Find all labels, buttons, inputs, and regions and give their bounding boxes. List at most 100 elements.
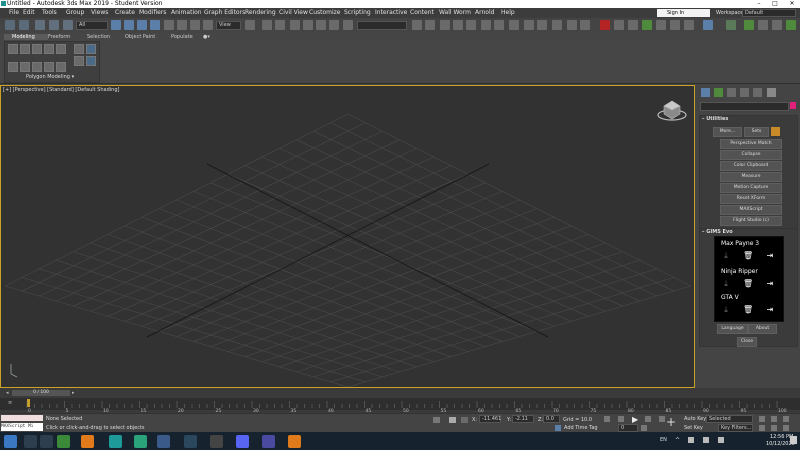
menu-customize[interactable]: Customize [309, 9, 341, 16]
utility-motion-capture[interactable]: Motion Capture [720, 183, 782, 193]
toolbar-add-icon[interactable] [703, 20, 713, 30]
ribbon-tool-icon[interactable] [44, 62, 54, 72]
task-view-icon[interactable] [40, 435, 53, 448]
toggle-layer-explorer-icon[interactable] [453, 20, 463, 30]
3ds-max-icon[interactable] [109, 435, 122, 448]
spinner-snap-icon[interactable] [329, 20, 339, 30]
redo-icon[interactable] [19, 20, 29, 30]
time-tag-icon[interactable] [555, 425, 561, 431]
play-icon[interactable]: ▶ [632, 415, 638, 424]
workspaces-dropdown[interactable]: Default [742, 9, 796, 17]
utility-measure[interactable]: Measure [720, 172, 782, 182]
isolate-selection-icon[interactable] [433, 417, 440, 423]
utility-collapse[interactable]: Collapse [720, 150, 782, 160]
named-selection-icon[interactable] [343, 20, 353, 30]
discord-icon[interactable] [236, 435, 249, 448]
field-of-view-icon[interactable] [759, 425, 765, 431]
toolbar-extra-icon[interactable] [786, 20, 796, 30]
undo-icon[interactable] [5, 20, 15, 30]
move-icon[interactable] [164, 20, 174, 30]
zoom-all-icon[interactable] [771, 416, 777, 422]
z-coordinate-field[interactable]: 0.0 [543, 415, 560, 423]
zoom-extents-icon[interactable] [783, 416, 789, 422]
time-slider-next-icon[interactable]: ▸ [72, 390, 76, 396]
keyboard-shortcut-icon[interactable] [275, 20, 285, 30]
window-crossing-icon[interactable] [150, 20, 160, 30]
ribbon-tool-icon[interactable] [32, 44, 42, 54]
perspective-viewport[interactable]: [+] [Perspective] [Standard] [Default Sh… [0, 85, 695, 388]
utility-flight-studio[interactable]: Flight Studio (c) [720, 216, 782, 226]
render-in-cloud-icon[interactable] [567, 20, 577, 30]
render-production-icon[interactable] [552, 20, 562, 30]
menu-views[interactable]: Views [91, 9, 108, 16]
ribbon-tool-icon[interactable] [56, 44, 66, 54]
select-by-name-icon[interactable] [124, 20, 134, 30]
ribbon-tool-icon[interactable] [20, 44, 30, 54]
ribbon-options-icon[interactable]: ●▾ [203, 34, 210, 40]
network-icon[interactable] [688, 437, 694, 443]
link-icon[interactable] [35, 20, 45, 30]
select-manipulate-icon[interactable] [262, 20, 272, 30]
menu-civil-view[interactable]: Civil View [279, 9, 308, 16]
wall-worm-tool-icon[interactable] [628, 20, 638, 30]
rendered-frame-window-icon[interactable] [537, 20, 547, 30]
show-hidden-icons-icon[interactable]: ^ [675, 437, 680, 444]
toggle-scene-explorer-icon[interactable] [440, 20, 450, 30]
export-icon[interactable]: ⇥ [765, 279, 775, 289]
schematic-view-icon[interactable] [494, 20, 504, 30]
wall-worm-tool-icon[interactable] [642, 20, 652, 30]
tab-object-paint[interactable]: Object Paint [125, 34, 155, 40]
app-icon[interactable] [262, 435, 275, 448]
toolbar-extra-icon[interactable] [744, 20, 754, 30]
sign-in-button[interactable]: Sign In [657, 9, 710, 17]
menu-create[interactable]: Create [115, 9, 135, 16]
menu-tools[interactable]: Tools [42, 9, 57, 16]
select-object-icon[interactable] [111, 20, 121, 30]
next-frame-icon[interactable] [645, 416, 651, 422]
import-icon[interactable]: ⤓ [721, 279, 731, 289]
time-slider[interactable]: 0 / 100 [12, 390, 70, 396]
motion-tab-icon[interactable] [740, 88, 749, 97]
menu-file[interactable]: File [9, 9, 19, 16]
wall-worm-tool-icon[interactable] [614, 20, 624, 30]
region-select-icon[interactable] [137, 20, 147, 30]
time-configuration-icon[interactable] [641, 425, 647, 431]
color-swatch[interactable] [790, 102, 796, 109]
mirror-icon[interactable] [412, 20, 422, 30]
go-to-end-icon[interactable] [659, 416, 665, 422]
selection-lock-icon[interactable] [449, 417, 456, 423]
hierarchy-tab-icon[interactable] [727, 88, 736, 97]
wall-worm-tool-icon[interactable] [670, 20, 680, 30]
percent-snap-icon[interactable] [316, 20, 326, 30]
menu-content[interactable]: Content [410, 9, 434, 16]
firefox-icon[interactable] [288, 435, 301, 448]
ribbon-tool-icon[interactable] [74, 56, 84, 66]
utility-perspective-match[interactable]: Perspective Match [720, 139, 782, 149]
close-gims-button[interactable]: Close [737, 337, 757, 347]
search-icon[interactable] [24, 435, 37, 448]
menu-arnold[interactable]: Arnold [475, 9, 494, 16]
export-icon[interactable]: ⇥ [765, 251, 775, 261]
pan-view-icon[interactable] [771, 425, 777, 431]
absolute-mode-icon[interactable] [461, 417, 468, 423]
menu-animation[interactable]: Animation [171, 9, 202, 16]
snaps-toggle-icon[interactable] [290, 20, 300, 30]
current-frame-field[interactable]: 0 [618, 424, 638, 432]
firefox-icon[interactable] [81, 435, 94, 448]
menu-wall-worm[interactable]: Wall Worm [439, 9, 471, 16]
key-filters-button[interactable]: Key Filters... [718, 424, 753, 432]
ribbon-tool-icon[interactable] [32, 62, 42, 72]
menu-graph-editors[interactable]: Graph Editors [204, 9, 245, 16]
ribbon-tool-icon[interactable] [86, 56, 96, 66]
import-icon[interactable]: ⤓ [721, 305, 731, 315]
time-slider-prev-icon[interactable]: ◂ [6, 390, 10, 396]
ribbon-tool-icon[interactable] [56, 62, 66, 72]
tab-freeform[interactable]: Freeform [48, 34, 70, 40]
selection-filter-dropdown[interactable]: All [76, 21, 108, 30]
add-time-tag[interactable]: Add Time Tag [564, 425, 598, 431]
ribbon-tool-icon[interactable] [8, 62, 18, 72]
auto-key-button[interactable]: Auto Key [684, 416, 706, 422]
polygon-modeling-dropdown[interactable]: Polygon Modeling ▾ [26, 74, 74, 80]
arnold-render-icon[interactable] [600, 20, 610, 30]
angle-snap-icon[interactable] [303, 20, 313, 30]
